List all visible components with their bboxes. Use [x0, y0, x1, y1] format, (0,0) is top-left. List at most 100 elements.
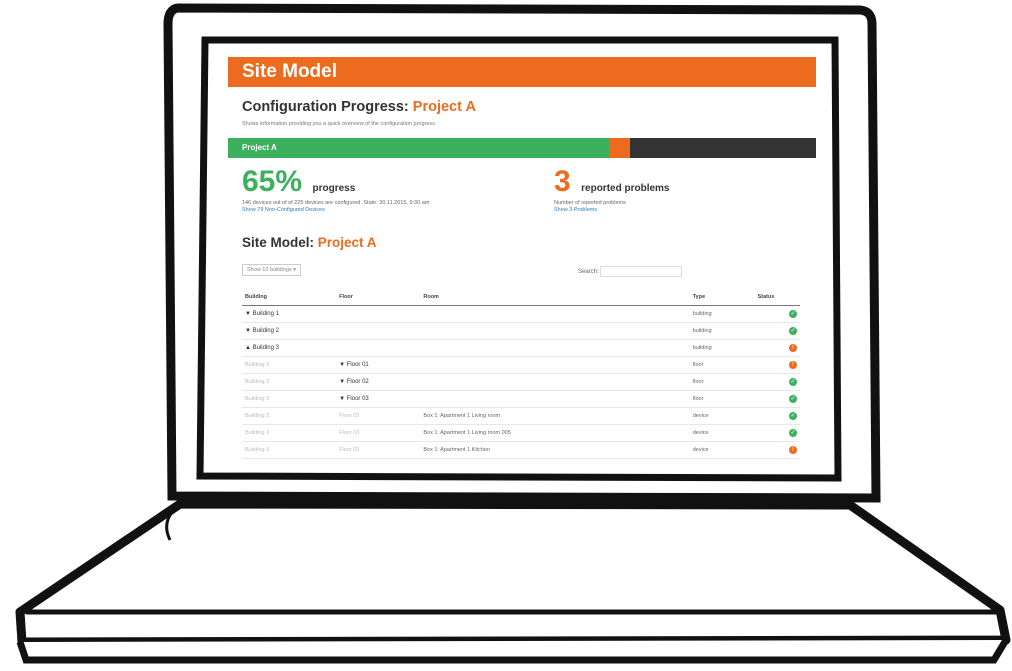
- table-row[interactable]: Building 3 Floor 03 Box 1: Apartment 1 Liv…: [242, 424, 800, 442]
- table-row[interactable]: Building 3 Floor 03 Box 1: Apartment 1 Kit…: [242, 441, 800, 459]
- cell-room: [420, 339, 690, 357]
- status-ok-icon: ✓: [789, 429, 797, 437]
- table-row[interactable]: ▲ Building 3 building!: [242, 339, 800, 357]
- problems-stat: 3 reported problems Number of reported p…: [554, 167, 804, 214]
- column-header-type[interactable]: Type: [689, 289, 755, 306]
- cell-room: [420, 373, 690, 391]
- problems-detail: Number of reported problems: [554, 200, 626, 206]
- cell-status: ✓: [754, 390, 800, 408]
- column-header-status[interactable]: Status: [754, 289, 800, 306]
- status-problem-icon: !: [789, 361, 797, 369]
- progress-value: 65%: [242, 165, 303, 198]
- cell-floor: Floor 03: [336, 441, 421, 459]
- cell-building: Building 3: [242, 407, 337, 425]
- cell-type: building: [689, 322, 755, 340]
- cell-status: ✓: [754, 424, 800, 442]
- progress-bar-problem-marker: [610, 138, 631, 158]
- table-row[interactable]: Building 3 Floor 03 Box 1: Apartment 1 Liv…: [242, 407, 800, 425]
- cell-type: floor: [689, 356, 755, 374]
- progress-caption: progress: [312, 183, 356, 194]
- non-configured-devices-link[interactable]: Show 79 Non-Configured Devices: [242, 207, 562, 214]
- cell-type: floor: [689, 373, 755, 391]
- cell-floor: ▼ Floor 03: [336, 390, 421, 408]
- cell-building: Building 3: [242, 441, 337, 459]
- table-row[interactable]: Building 3 ▼ Floor 03 floor ✓: [242, 390, 800, 408]
- progress-stat: 65% progress 146 devices out of of 225 d…: [242, 167, 562, 214]
- config-heading: Configuration Progress: Project A: [242, 99, 816, 115]
- cell-status: ✓: [754, 305, 800, 323]
- site-model-heading-label: Site Model:: [242, 235, 315, 250]
- cell-status: ✓: [754, 373, 800, 391]
- column-header-floor[interactable]: Floor: [336, 289, 421, 306]
- cell-building: Building 3: [242, 390, 337, 408]
- cell-status: !: [754, 441, 800, 459]
- table-row[interactable]: Building 3 ▼ Floor 01 floor!: [242, 356, 800, 374]
- cell-room: Box 1: Apartment 1 Kitchen: [420, 441, 690, 459]
- table-row[interactable]: ▼ Building 2 building ✓: [242, 322, 800, 340]
- table-row[interactable]: Building 3 ▼ Floor 02 floor ✓: [242, 373, 800, 391]
- problems-value: 3: [554, 165, 571, 198]
- table-row[interactable]: ▼ Building 1 building ✓: [242, 305, 800, 323]
- progress-bar-fill: [228, 138, 611, 158]
- cell-floor: Floor 03: [336, 424, 421, 442]
- cell-floor: [336, 305, 421, 323]
- problems-caption: reported problems: [581, 183, 670, 194]
- cell-building: Building 3: [242, 356, 337, 374]
- status-ok-icon: ✓: [789, 327, 797, 335]
- cell-type: device: [689, 441, 755, 459]
- show-entries-value: Show 10 buildings: [247, 267, 292, 273]
- status-ok-icon: ✓: [789, 412, 797, 420]
- cell-room: [420, 322, 690, 340]
- cell-building: Building 3: [242, 373, 337, 391]
- column-header-room[interactable]: Room: [420, 289, 690, 306]
- cell-building: Building 3: [242, 424, 337, 442]
- config-project-name: Project A: [412, 99, 476, 115]
- app-title: Site Model: [228, 57, 816, 87]
- column-header-building[interactable]: Building: [242, 289, 337, 306]
- cell-floor: [336, 322, 421, 340]
- status-ok-icon: ✓: [789, 378, 797, 386]
- status-ok-icon: ✓: [789, 310, 797, 318]
- progress-bar-label: Project A: [242, 143, 277, 152]
- show-entries-select[interactable]: Show 10 buildings ▾: [242, 264, 301, 276]
- config-heading-label: Configuration Progress:: [242, 99, 409, 115]
- site-model-project-name: Project A: [317, 235, 377, 250]
- search-input[interactable]: [600, 266, 683, 277]
- cell-status: !: [754, 356, 800, 374]
- cell-floor: ▼ Floor 02: [336, 373, 421, 391]
- app-screen: Site Model Configuration Progress: Proje…: [228, 57, 816, 465]
- cell-type: device: [689, 424, 755, 442]
- show-problems-link[interactable]: Show 3 Problems: [554, 207, 804, 214]
- progress-detail: 146 devices out of of 225 devices are co…: [242, 200, 430, 206]
- chevron-down-icon: ▾: [293, 267, 296, 273]
- cell-room: Box 1: Apartment 1 Living room: [420, 407, 690, 425]
- cell-room: [420, 356, 690, 374]
- search-label: Search:: [578, 269, 599, 276]
- config-subtitle: Shows information providing you a quick …: [242, 121, 437, 127]
- cell-building: ▲ Building 3: [242, 339, 337, 357]
- cell-floor: Floor 03: [336, 407, 421, 425]
- cell-type: building: [689, 339, 755, 357]
- cell-room: [420, 305, 690, 323]
- cell-status: !: [754, 339, 800, 357]
- cell-status: ✓: [754, 322, 800, 340]
- status-problem-icon: !: [789, 344, 797, 352]
- cell-room: [420, 390, 690, 408]
- cell-floor: [336, 339, 421, 357]
- cell-building: ▼ Building 2: [242, 322, 337, 340]
- cell-status: ✓: [754, 407, 800, 425]
- cell-floor: ▼ Floor 01: [336, 356, 421, 374]
- search-area: Search:: [578, 266, 683, 277]
- status-ok-icon: ✓: [789, 395, 797, 403]
- status-problem-icon: !: [789, 446, 797, 454]
- site-model-heading: Site Model: Project A: [242, 235, 377, 250]
- site-model-table: Building Floor Room Type Status ▼ Buildi…: [242, 289, 800, 459]
- cell-type: floor: [689, 390, 755, 408]
- cell-type: device: [689, 407, 755, 425]
- cell-building: ▼ Building 1: [242, 305, 337, 323]
- project-progress-bar: Project A: [228, 138, 816, 158]
- table-header-row: Building Floor Room Type Status: [242, 289, 800, 306]
- cell-type: building: [689, 305, 755, 323]
- cell-room: Box 1: Apartment 1 Living room 005: [420, 424, 690, 442]
- table-body: ▼ Building 1 building ✓ ▼ Building 2 buildin…: [242, 305, 800, 459]
